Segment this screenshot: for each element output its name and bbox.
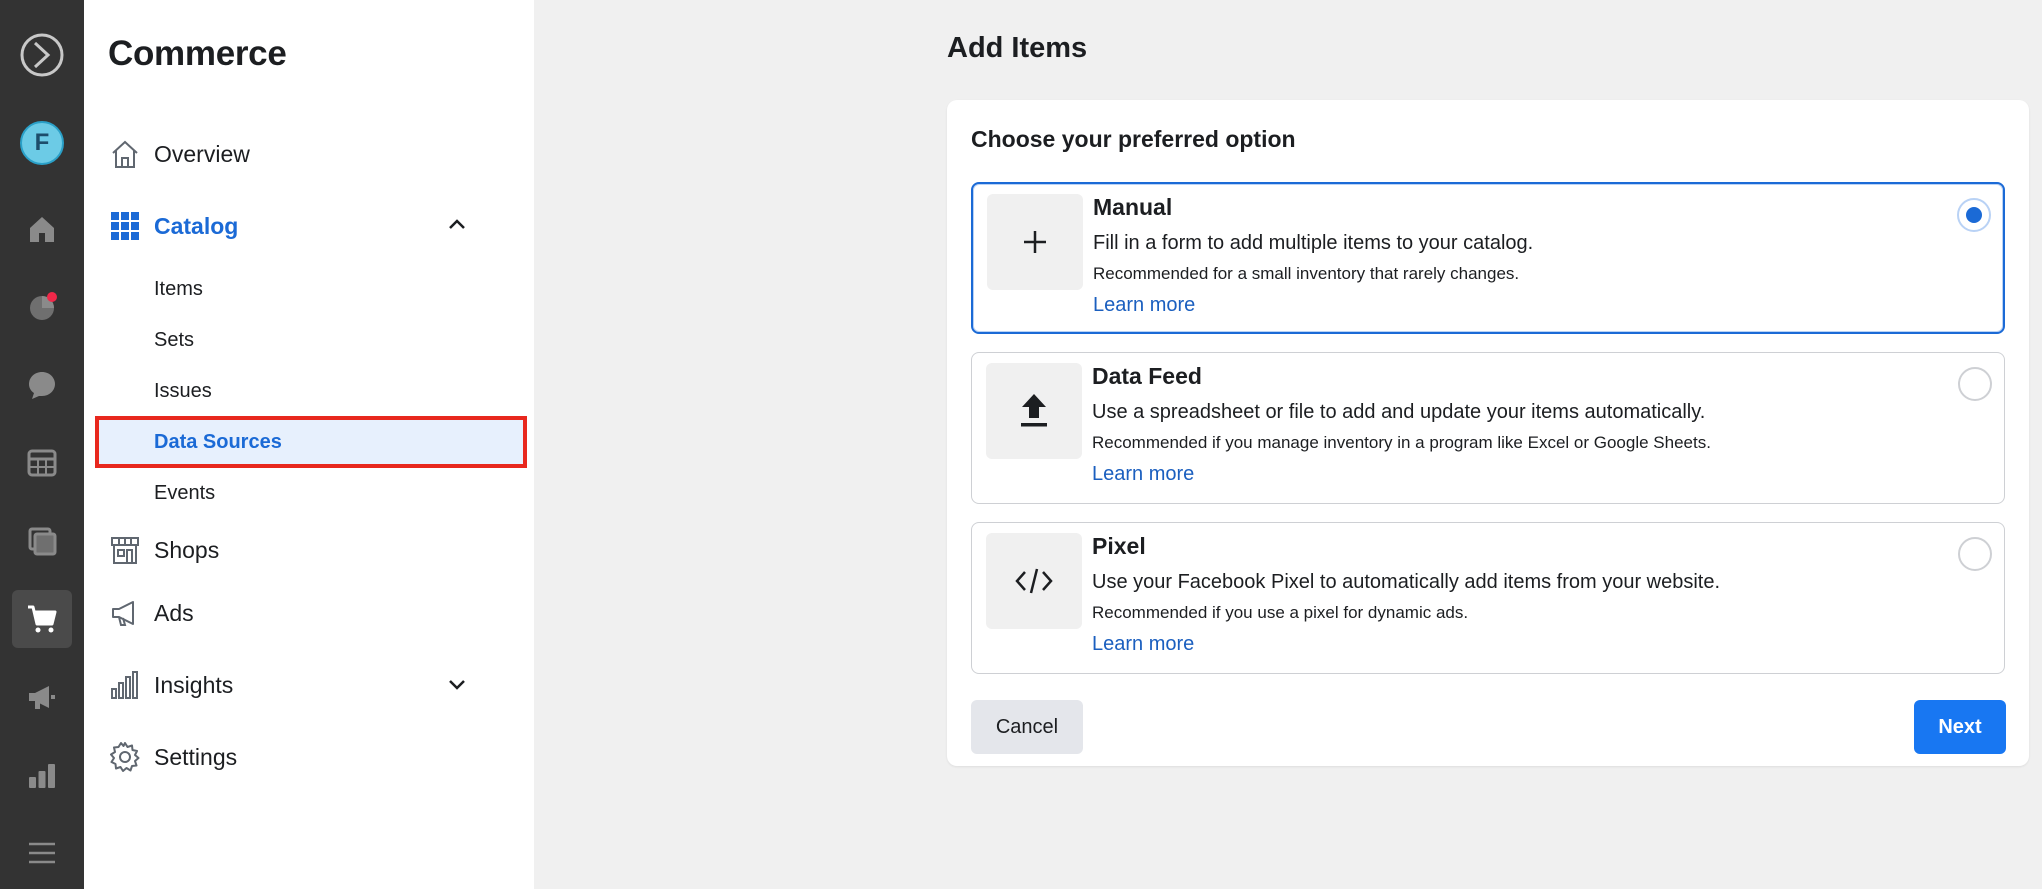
menu-icon[interactable] (12, 824, 72, 882)
option-recommendation: Recommended if you use a pixel for dynam… (1092, 603, 1469, 622)
home-outline-icon (108, 137, 142, 171)
sidebar-subitem-sets[interactable]: Sets (98, 317, 524, 363)
pages-icon[interactable] (12, 512, 72, 570)
option-title: Manual (1093, 194, 1173, 220)
upload-icon (986, 363, 1082, 459)
notification-dot (47, 292, 57, 302)
sidebar-subitem-issues[interactable]: Issues (98, 368, 524, 414)
sidebar-item-ads[interactable]: Ads (108, 589, 508, 637)
account-avatar[interactable]: F (12, 114, 72, 172)
chevron-down-icon[interactable] (446, 673, 468, 700)
option-radio-manual[interactable] (1957, 198, 1991, 232)
table-icon[interactable] (12, 434, 72, 492)
option-description: Use your Facebook Pixel to automatically… (1092, 571, 1721, 593)
bar-chart-icon[interactable] (12, 746, 72, 804)
code-icon (986, 533, 1082, 629)
chevron-up-icon[interactable] (446, 214, 468, 241)
cart-icon[interactable] (12, 590, 72, 648)
option-description: Fill in a form to add multiple items to … (1093, 232, 1534, 254)
sidebar-title: Commerce (108, 34, 287, 73)
page-title: Add Items (947, 32, 1088, 64)
next-button[interactable]: Next (1914, 700, 2006, 754)
option-manual[interactable]: Manual Fill in a form to add multiple it… (971, 182, 2005, 334)
option-radio-pixel[interactable] (1958, 537, 1992, 571)
commerce-sidebar: Commerce Overview Catalog Items Sets Iss… (84, 0, 534, 889)
add-items-card: Choose your preferred option Manual Fill… (947, 100, 2029, 766)
option-pixel[interactable]: Pixel Use your Facebook Pixel to automat… (971, 522, 2005, 674)
storefront-icon (108, 533, 142, 567)
sidebar-item-label: Shops (154, 536, 220, 563)
meta-logo-icon[interactable] (12, 26, 72, 84)
sidebar-item-overview[interactable]: Overview (108, 130, 508, 178)
sidebar-item-catalog[interactable]: Catalog (108, 202, 508, 250)
chat-icon[interactable] (12, 356, 72, 414)
learn-more-link[interactable]: Learn more (1092, 633, 1194, 656)
learn-more-link[interactable]: Learn more (1093, 294, 1195, 317)
avatar: F (20, 121, 64, 165)
grid-icon (108, 209, 142, 243)
sidebar-item-insights[interactable]: Insights (108, 661, 508, 709)
option-title: Pixel (1092, 533, 1146, 559)
sidebar-item-label: Settings (154, 743, 238, 770)
sidebar-item-label: Ads (154, 599, 194, 626)
bar-chart-outline-icon (108, 668, 142, 702)
plus-icon (987, 194, 1083, 290)
option-data-feed[interactable]: Data Feed Use a spreadsheet or file to a… (971, 352, 2005, 504)
activity-icon[interactable] (12, 278, 72, 336)
option-description: Use a spreadsheet or file to add and upd… (1092, 401, 1706, 423)
gear-icon (108, 740, 142, 774)
sidebar-subitem-data-sources[interactable]: Data Sources (95, 416, 527, 468)
card-heading: Choose your preferred option (971, 126, 1296, 152)
sidebar-item-shops[interactable]: Shops (108, 526, 508, 574)
sidebar-subitem-events[interactable]: Events (98, 470, 524, 516)
option-recommendation: Recommended if you manage inventory in a… (1092, 433, 1711, 452)
sidebar-item-label: Overview (154, 140, 250, 167)
learn-more-link[interactable]: Learn more (1092, 463, 1194, 486)
sidebar-item-label: Insights (154, 671, 234, 698)
option-radio-data-feed[interactable] (1958, 367, 1992, 401)
megaphone-icon[interactable] (12, 668, 72, 726)
megaphone-outline-icon (108, 596, 142, 630)
icon-rail: F (0, 0, 84, 889)
sidebar-item-settings[interactable]: Settings (108, 733, 508, 781)
option-title: Data Feed (1092, 363, 1202, 389)
cancel-button[interactable]: Cancel (971, 700, 1083, 754)
option-recommendation: Recommended for a small inventory that r… (1093, 264, 1520, 283)
sidebar-subitem-items[interactable]: Items (98, 266, 524, 312)
home-icon[interactable] (12, 200, 72, 258)
sidebar-item-label: Catalog (154, 212, 239, 239)
